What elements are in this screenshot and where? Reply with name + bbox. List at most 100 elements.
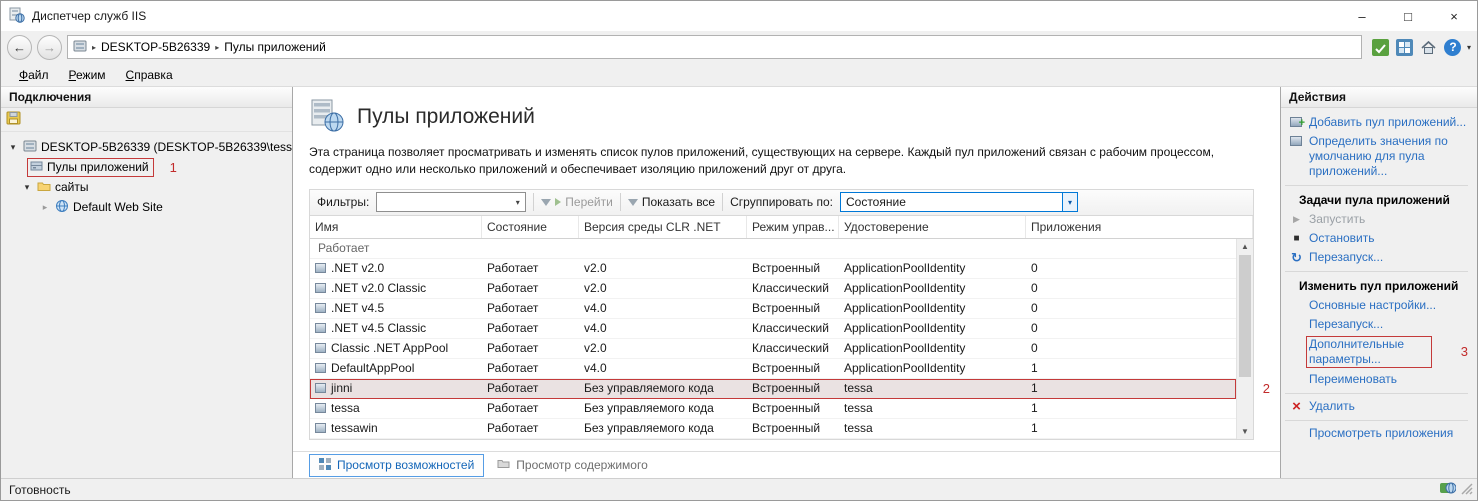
menu-file[interactable]: Файл [9, 65, 59, 85]
chevron-down-icon[interactable]: ▾ [1062, 193, 1077, 211]
tree-item-sites[interactable]: ▾ сайты [1, 177, 292, 197]
breadcrumb-server[interactable]: DESKTOP-5B26339 [101, 40, 210, 54]
column-state[interactable]: Состояние [482, 216, 579, 238]
app-pools-list-frame: Фильтры: ▾ Перейти Показать все [309, 189, 1254, 440]
filter-input[interactable]: ▾ [376, 192, 526, 212]
action-item[interactable]: ×Удалить [1281, 397, 1472, 416]
table-row[interactable]: DefaultAppPoolРаботаетv4.0ВстроенныйAppl… [310, 359, 1236, 379]
cell-name: Classic .NET AppPool [310, 339, 482, 358]
table-row[interactable]: Classic .NET AppPoolРаботаетv2.0Классиче… [310, 339, 1236, 359]
back-icon[interactable]: ← [7, 35, 32, 60]
action-item[interactable]: Основные настройки... [1281, 296, 1472, 315]
action-item[interactable]: Дополнительные параметры...3 [1281, 334, 1472, 370]
action-item[interactable]: Переименовать [1281, 370, 1472, 389]
show-all-button[interactable]: Показать все [628, 195, 715, 209]
menu-help[interactable]: Справка [116, 65, 183, 85]
help-dropdown-icon[interactable]: ▾ [1467, 43, 1471, 52]
scrollbar-track[interactable] [1237, 254, 1253, 424]
save-connection-icon[interactable] [6, 111, 21, 128]
cell-clr-version: v4.0 [579, 359, 747, 378]
close-icon[interactable]: × [1431, 1, 1477, 31]
action-label: Перезапуск... [1309, 317, 1383, 331]
home-icon[interactable] [1419, 37, 1439, 57]
collapse-icon[interactable]: ▾ [7, 142, 19, 153]
cell-pipeline-mode: Классический [747, 339, 839, 358]
table-scrollbar[interactable]: ▲ ▼ [1236, 239, 1253, 439]
action-label: Задачи пула приложений [1299, 193, 1450, 207]
scroll-down-icon[interactable]: ▼ [1237, 424, 1253, 439]
iis-manager-window: Диспетчер служб IIS – □ × ← → ▸ DESKTOP-… [0, 0, 1478, 501]
globe-icon [55, 199, 69, 216]
column-identity[interactable]: Удостоверение [839, 216, 1026, 238]
breadcrumb-arrow-icon: ▸ [215, 43, 219, 52]
tree-item-app-pools[interactable]: Пулы приложений 1 [1, 157, 292, 177]
minimize-icon[interactable]: – [1339, 1, 1385, 31]
cell-applications: 0 [1026, 259, 1236, 278]
breadcrumb[interactable]: ▸ DESKTOP-5B26339 ▸ Пулы приложений [67, 35, 1362, 59]
cell-identity: ApplicationPoolIdentity [839, 279, 1026, 298]
cell-state: Работает [482, 399, 579, 418]
expand-icon[interactable]: ▸ [39, 202, 51, 213]
column-pipeline-mode[interactable]: Режим управ... [747, 216, 839, 238]
actions-panel: Действия Добавить пул приложений...Опред… [1280, 87, 1477, 478]
sync-icon[interactable] [1371, 37, 1391, 57]
filter-toolbar: Фильтры: ▾ Перейти Показать все [310, 190, 1253, 216]
help-icon[interactable]: ? [1443, 37, 1463, 57]
table-row[interactable]: .NET v2.0Работаетv2.0ВстроенныйApplicati… [310, 259, 1236, 279]
menu-view[interactable]: Режим [59, 65, 116, 85]
scrollbar-thumb[interactable] [1239, 255, 1251, 377]
column-name[interactable]: Имя [310, 216, 482, 238]
tree-item-default-web-site[interactable]: ▸ Default Web Site [1, 197, 292, 217]
maximize-icon[interactable]: □ [1385, 1, 1431, 31]
column-clr-version[interactable]: Версия среды CLR .NET [579, 216, 747, 238]
action-item[interactable]: ↻Перезапуск... [1281, 248, 1472, 267]
cell-pipeline-mode: Встроенный [747, 299, 839, 318]
chevron-down-icon[interactable]: ▾ [510, 198, 525, 207]
action-item[interactable]: Перезапуск... [1281, 315, 1472, 334]
action-item[interactable]: Определить значения по умолчанию для пул… [1281, 132, 1472, 181]
cell-clr-version: v4.0 [579, 299, 747, 318]
cell-name: .NET v4.5 Classic [310, 319, 482, 338]
cell-applications: 1 [1026, 359, 1236, 378]
table-row[interactable]: .NET v2.0 ClassicРаботаетv2.0Классически… [310, 279, 1236, 299]
table-row[interactable]: .NET v4.5Работаетv4.0ВстроенныйApplicati… [310, 299, 1236, 319]
go-button[interactable]: Перейти [541, 195, 613, 209]
connections-tree: ▾ DESKTOP-5B26339 (DESKTOP-5B26339\tessa… [1, 132, 292, 217]
view-tabs: Просмотр возможностей Просмотр содержимо… [293, 451, 1280, 478]
annotation-step-1: 1 [170, 160, 177, 175]
breadcrumb-app-pools[interactable]: Пулы приложений [224, 40, 326, 54]
table-row[interactable]: tessawinРаботаетБез управляемого кодаВст… [310, 419, 1236, 439]
app-pool-icon [315, 283, 326, 293]
scroll-up-icon[interactable]: ▲ [1237, 239, 1253, 254]
action-item[interactable]: Добавить пул приложений... [1281, 113, 1472, 132]
action-item[interactable]: ■Остановить [1281, 229, 1472, 248]
table-row[interactable]: jinniРаботаетБез управляемого кодаВстрое… [310, 379, 1236, 399]
stop-icon: ■ [1289, 232, 1304, 246]
resize-grip[interactable] [1460, 482, 1473, 498]
table-row[interactable]: .NET v4.5 ClassicРаботаетv4.0Классически… [310, 319, 1236, 339]
tab-features-view[interactable]: Просмотр возможностей [309, 454, 484, 477]
toolbar-separator [620, 193, 621, 211]
action-label: Перезапуск... [1309, 250, 1383, 264]
cell-identity: ApplicationPoolIdentity [839, 319, 1026, 338]
tree-item-label: Пулы приложений [47, 160, 149, 174]
cell-name: DefaultAppPool [310, 359, 482, 378]
folder-icon [37, 180, 51, 195]
app-pool-icon [315, 303, 326, 313]
collapse-icon[interactable]: ▾ [21, 182, 33, 193]
cell-name: tessa [310, 399, 482, 418]
cell-pipeline-mode: Встроенный [747, 379, 839, 398]
cell-pipeline-mode: Встроенный [747, 399, 839, 418]
grid-icon[interactable] [1395, 37, 1415, 57]
group-by-select[interactable]: Состояние ▾ [840, 192, 1078, 212]
tree-item-server[interactable]: ▾ DESKTOP-5B26339 (DESKTOP-5B26339\tessa… [1, 137, 292, 157]
cell-identity: ApplicationPoolIdentity [839, 299, 1026, 318]
column-applications[interactable]: Приложения [1026, 216, 1253, 238]
action-item[interactable]: Просмотреть приложения [1281, 424, 1472, 443]
table-row[interactable]: tessaРаботаетБез управляемого кодаВстрое… [310, 399, 1236, 419]
action-item: Задачи пула приложений [1281, 189, 1472, 210]
cell-pipeline-mode: Встроенный [747, 419, 839, 438]
connections-panel: Подключения ▾ DESKTOP-5B26339 (DESKTOP-5… [1, 87, 293, 478]
forward-icon[interactable]: → [37, 35, 62, 60]
tab-content-view[interactable]: Просмотр содержимого [488, 455, 656, 475]
